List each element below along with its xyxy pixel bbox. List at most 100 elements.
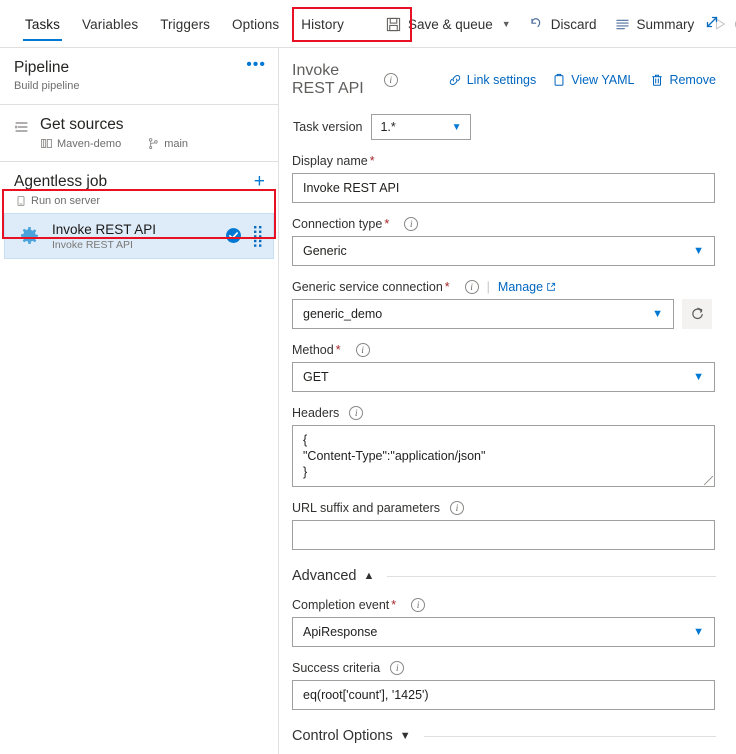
view-yaml-button[interactable]: View YAML bbox=[552, 73, 634, 87]
save-and-queue-label: Save & queue bbox=[407, 16, 493, 32]
tab-variables-label: Variables bbox=[82, 16, 139, 32]
repository-name: Maven-demo bbox=[57, 137, 122, 150]
success-criteria-input[interactable]: eq(root['count'], '1425') bbox=[292, 680, 715, 710]
task-info-icon[interactable]: i bbox=[383, 73, 398, 87]
completion-event-label: Completion event bbox=[292, 598, 390, 612]
branch-icon bbox=[147, 137, 160, 150]
view-yaml-label: View YAML bbox=[571, 73, 635, 87]
task-details-pane: Invoke REST API i Link settings View YAM… bbox=[280, 48, 736, 754]
success-criteria-info-icon[interactable]: i bbox=[390, 661, 405, 675]
task-header-actions: Link settings View YAML Remove bbox=[448, 73, 716, 87]
advanced-section-header[interactable]: Advanced ▲ bbox=[292, 568, 716, 584]
service-connection-select[interactable]: generic_demo ▼ bbox=[292, 299, 674, 329]
chevron-down-icon: ▼ bbox=[451, 121, 462, 133]
task-version-row: Task version 1.* ▼ bbox=[293, 114, 716, 140]
link-settings-button[interactable]: Link settings bbox=[448, 73, 536, 87]
url-suffix-label-row: URL suffix and parameters i bbox=[292, 501, 716, 515]
tab-history[interactable]: History bbox=[290, 0, 355, 48]
get-sources-node[interactable]: Get sources Maven-demo main bbox=[0, 105, 278, 162]
completion-event-select[interactable]: ApiResponse ▼ bbox=[292, 617, 715, 647]
tab-options[interactable]: Options bbox=[221, 0, 290, 48]
success-criteria-value: eq(root['count'], '1425') bbox=[303, 688, 429, 702]
method-label-row: Method * i bbox=[292, 343, 716, 357]
service-connection-info-icon[interactable]: i bbox=[464, 280, 479, 294]
clipboard-icon bbox=[552, 73, 566, 87]
manage-label: Manage bbox=[497, 280, 544, 294]
agentless-job-node[interactable]: Agentless job Run on server + bbox=[0, 162, 278, 211]
server-icon bbox=[14, 194, 27, 207]
method-select[interactable]: GET ▼ bbox=[292, 362, 715, 392]
task-item-name: Invoke REST API bbox=[52, 221, 157, 237]
headers-label: Headers bbox=[292, 406, 340, 420]
display-name-label: Display name bbox=[292, 154, 368, 168]
success-criteria-label-row: Success criteria i bbox=[292, 661, 716, 675]
url-suffix-input[interactable] bbox=[292, 520, 715, 550]
link-settings-label: Link settings bbox=[466, 73, 537, 87]
task-drag-handle[interactable] bbox=[251, 225, 265, 247]
chevron-down-icon: ▼ bbox=[693, 626, 704, 638]
tab-triggers[interactable]: Triggers bbox=[149, 0, 221, 48]
task-item-invoke-rest-api[interactable]: Invoke REST API Invoke REST API bbox=[4, 213, 274, 259]
tab-tasks[interactable]: Tasks bbox=[14, 0, 71, 48]
display-name-input[interactable]: Invoke REST API bbox=[292, 173, 715, 203]
azure-devops-pipeline-editor: Tasks Variables Triggers Options History bbox=[0, 0, 736, 754]
headers-info-icon[interactable]: i bbox=[349, 406, 364, 420]
required-marker: * bbox=[384, 217, 390, 231]
connection-type-select[interactable]: Generic ▼ bbox=[292, 236, 715, 266]
add-task-button[interactable]: + bbox=[253, 171, 265, 192]
task-details-header: Invoke REST API i Link settings View YAM… bbox=[292, 48, 716, 100]
task-details-title: Invoke REST API bbox=[292, 62, 364, 97]
task-enabled-check-icon bbox=[225, 227, 243, 245]
method-value: GET bbox=[303, 370, 329, 384]
pipeline-node[interactable]: Pipeline Build pipeline ••• bbox=[0, 48, 278, 105]
completion-event-value: ApiResponse bbox=[303, 625, 378, 639]
connection-type-info-icon[interactable]: i bbox=[404, 217, 419, 231]
connection-type-value: Generic bbox=[303, 244, 347, 258]
success-criteria-label: Success criteria bbox=[292, 661, 381, 675]
task-version-select[interactable]: 1.* ▼ bbox=[371, 114, 472, 140]
url-suffix-info-icon[interactable]: i bbox=[450, 501, 464, 515]
refresh-connections-button[interactable] bbox=[682, 299, 712, 329]
chevron-down-icon: ▼ bbox=[693, 371, 704, 383]
required-marker: * bbox=[369, 154, 375, 168]
summary-list-icon bbox=[614, 16, 630, 32]
chevron-down-icon: ▼ bbox=[399, 730, 411, 742]
display-name-value: Invoke REST API bbox=[303, 181, 400, 195]
pipeline-more-label: ••• bbox=[246, 56, 266, 73]
discard-button[interactable]: Discard bbox=[520, 9, 606, 39]
method-label: Method bbox=[292, 343, 334, 357]
completion-event-info-icon[interactable]: i bbox=[411, 598, 426, 612]
task-version-label: Task version bbox=[293, 120, 363, 134]
summary-button[interactable]: Summary bbox=[605, 9, 703, 39]
summary-label: Summary bbox=[636, 16, 695, 32]
remove-task-label: Remove bbox=[669, 73, 716, 87]
headers-textarea[interactable]: { "Content-Type":"application/json" } bbox=[292, 425, 715, 487]
connection-type-label: Connection type bbox=[292, 217, 383, 231]
pipeline-more-button[interactable]: ••• bbox=[246, 57, 266, 73]
save-and-queue-button[interactable]: Save & queue ▼ bbox=[377, 9, 520, 39]
method-info-icon[interactable]: i bbox=[355, 343, 370, 357]
connection-type-label-row: Connection type * i bbox=[292, 217, 716, 231]
chevron-down-icon: ▼ bbox=[652, 308, 663, 320]
task-item-texts: Invoke REST API Invoke REST API bbox=[44, 221, 225, 252]
tab-variables[interactable]: Variables bbox=[71, 0, 149, 48]
section-divider bbox=[423, 735, 716, 737]
job-title: Agentless job bbox=[14, 173, 108, 190]
url-suffix-field: URL suffix and parameters i bbox=[292, 501, 716, 550]
service-connection-field: Generic service connection * i | Manage bbox=[292, 280, 716, 329]
fullscreen-expand-button[interactable] bbox=[702, 12, 724, 34]
display-name-field: Display name * Invoke REST API bbox=[292, 154, 716, 203]
save-icon bbox=[386, 16, 402, 32]
chevron-down-icon: ▼ bbox=[501, 19, 511, 29]
tab-history-label: History bbox=[301, 16, 344, 32]
tab-bar: Tasks Variables Triggers Options History bbox=[0, 0, 355, 48]
chevron-down-icon: ▼ bbox=[693, 245, 704, 257]
add-task-label: + bbox=[253, 171, 265, 192]
repository-icon bbox=[40, 137, 53, 150]
control-options-section-header[interactable]: Control Options ▼ bbox=[292, 728, 716, 744]
manage-connections-link[interactable]: Manage bbox=[498, 280, 556, 294]
success-criteria-field: Success criteria i eq(root['count'], '14… bbox=[292, 661, 716, 710]
label-separator: | bbox=[486, 280, 490, 294]
remove-task-button[interactable]: Remove bbox=[650, 73, 716, 87]
service-connection-label-row: Generic service connection * i | Manage bbox=[292, 280, 716, 294]
